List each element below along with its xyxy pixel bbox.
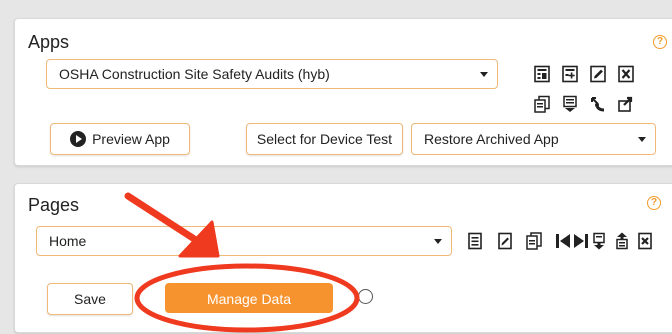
chevron-down-icon — [434, 239, 442, 244]
add-app-icon[interactable] — [561, 65, 579, 83]
app-properties-icon[interactable] — [533, 65, 551, 83]
chevron-down-icon — [480, 72, 488, 77]
pages-title: Pages — [28, 195, 80, 215]
info-icon[interactable] — [358, 289, 373, 304]
save-button[interactable]: Save — [47, 283, 133, 315]
share-app-icon[interactable] — [617, 95, 635, 113]
edit-app-icon[interactable] — [589, 65, 607, 83]
preview-app-label: Preview App — [92, 131, 170, 147]
move-down-icon[interactable] — [590, 232, 608, 250]
copy-page-icon[interactable] — [525, 232, 543, 250]
add-page-icon[interactable] — [466, 232, 484, 250]
first-page-icon[interactable] — [554, 232, 572, 250]
delete-app-icon[interactable] — [617, 65, 635, 83]
pages-help-icon[interactable]: ? — [647, 196, 661, 210]
edit-page-icon[interactable] — [496, 232, 514, 250]
play-icon — [70, 131, 87, 148]
preview-app-button[interactable]: Preview App — [50, 123, 190, 155]
restore-archived-select[interactable]: Restore Archived App — [411, 123, 656, 155]
page-select[interactable]: Home — [36, 226, 452, 256]
apps-help-icon[interactable]: ? — [653, 35, 667, 49]
copy-app-icon[interactable] — [533, 95, 551, 113]
move-up-icon[interactable] — [613, 232, 631, 250]
apps-title: Apps — [28, 32, 70, 52]
move-app-icon[interactable] — [589, 95, 607, 113]
import-icon[interactable] — [561, 95, 579, 113]
chevron-down-icon — [638, 137, 646, 142]
app-select[interactable]: OSHA Construction Site Safety Audits (hy… — [46, 59, 498, 89]
restore-archived-value: Restore Archived App — [424, 131, 559, 147]
app-select-value: OSHA Construction Site Safety Audits (hy… — [59, 66, 330, 82]
pages-panel: Pages ? Home Save Manage Data — [14, 183, 672, 333]
last-page-icon[interactable] — [572, 232, 590, 250]
delete-page-icon[interactable] — [636, 232, 654, 250]
apps-panel: Apps ? OSHA Construction Site Safety Aud… — [14, 18, 672, 166]
page-select-value: Home — [49, 233, 87, 249]
manage-data-button[interactable]: Manage Data — [165, 283, 333, 313]
device-test-button[interactable]: Select for Device Test — [246, 123, 403, 155]
